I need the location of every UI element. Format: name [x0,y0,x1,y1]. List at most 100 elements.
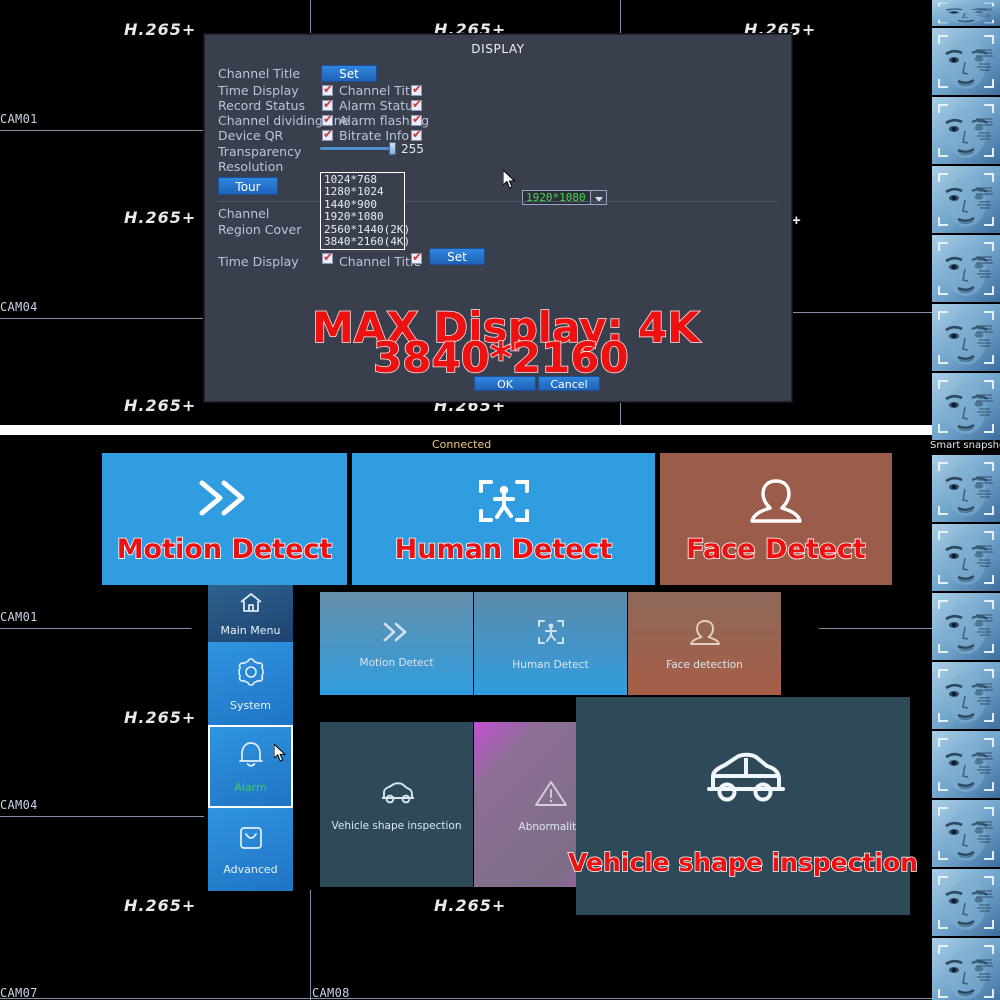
face-thumbnail[interactable] [932,524,1000,591]
menu-tile-label: Face detection [666,658,743,671]
banner-label: Motion Detect [116,533,333,566]
checkbox-alarm-flashing[interactable] [411,112,422,126]
label-record-status: Record Status [218,98,305,113]
gear-icon [234,655,268,694]
sidebar-label: Main Menu [220,624,281,637]
face-thumbnail[interactable] [932,0,1000,26]
sidebar-item-advanced[interactable]: Advanced [208,808,293,891]
menu-tile-label: Motion Detect [359,656,434,669]
cam-label-3: CAM01 [0,610,38,624]
label-time-display-2: Time Display [218,254,299,269]
bell-icon [234,739,268,776]
checkbox-alarm-status[interactable] [411,97,422,111]
face-thumbnail[interactable] [932,731,1000,798]
label-check-alarm-status: Alarm Status [339,98,420,113]
face-detect-icon [687,617,723,652]
sidebar-item-main-menu[interactable]: Main Menu [208,585,293,642]
screen-root: H.265+ H.265+ H.265+ H.265+ H.265+ H.265… [0,0,1000,1000]
transparency-value: 255 [401,142,424,156]
menu-tile-motion-detect[interactable]: Motion Detect [320,592,473,695]
face-thumbnail[interactable] [932,593,1000,660]
human-detect-icon [535,617,567,652]
label-channel: Channel [218,206,270,221]
sidebar-item-alarm[interactable]: Alarm [208,725,293,808]
banner-face-detect[interactable]: Face Detect [660,453,892,585]
checkbox-channel-title[interactable] [411,82,422,96]
codec-badge-5: H.265+ [124,396,197,415]
banner-human-detect[interactable]: Human Detect [352,453,655,585]
wall-divider-horizontal-top2 [792,312,932,313]
codec-badge-9: H.265+ [434,896,507,915]
transparency-slider-knob[interactable] [389,142,396,155]
codec-badge-4: H.265+ [124,208,197,227]
checkbox-bitrate-info[interactable] [411,127,422,141]
codec-badge-8: H.265+ [124,896,197,915]
checkbox-channel-title-2[interactable] [411,250,422,264]
banner-motion-detect[interactable]: Motion Detect [102,453,347,585]
checkbox-record-status[interactable] [322,97,333,111]
menu-tile-human-detect[interactable]: Human Detect [474,592,627,695]
face-thumbnail[interactable] [932,373,1000,440]
label-resolution: Resolution [218,159,284,174]
sidebar-item-system[interactable]: System [208,642,293,725]
cancel-button[interactable]: Cancel [538,376,600,391]
popcard-label: Vehicle shape inspection [567,847,918,878]
wall-divider-bottom-4 [0,998,932,999]
face-thumbnail[interactable] [932,304,1000,371]
tour-button[interactable]: Tour [218,177,278,195]
dropdown-option[interactable]: 1920*1080 [321,210,404,223]
double-chevron-right-icon [194,475,256,526]
cam-label-4: CAM04 [0,798,38,812]
face-thumbnail[interactable] [932,938,1000,1000]
wall-divider-vertical-top2 [620,0,621,35]
smart-snapshot-label: Smart snapshot [930,440,1000,451]
face-thumbnail[interactable] [932,869,1000,936]
sidebar-label: Alarm [234,781,267,794]
dialog-divider [217,201,777,202]
checkbox-time-display-2[interactable] [322,250,333,264]
ok-button[interactable]: OK [474,376,536,391]
label-check-bitrate-info: Bitrate Info [339,128,409,143]
face-thumbnail[interactable] [932,28,1000,95]
dropdown-option[interactable]: 3840*2160(4K) [321,235,410,248]
label-check-channel-title: Channel Title [339,83,422,98]
menu-tile-vehicle-shape-inspection[interactable]: Vehicle shape inspection [320,722,473,887]
cam-label-6: CAM08 [312,986,350,1000]
label-check-channel-title-2: Channel Title [339,254,422,269]
face-thumbnail[interactable] [932,97,1000,164]
channel-title-set-button[interactable]: Set [321,65,377,82]
cam-label-5: CAM07 [0,986,38,1000]
menu-tile-face-detection[interactable]: Face detection [628,592,781,695]
wall-divider-bottom-3 [0,816,204,817]
menu-tile-label: Vehicle shape inspection [331,819,462,832]
checkbox-device-qr[interactable] [322,127,333,141]
dropdown-option[interactable]: 1280*1024 [321,185,404,198]
checkbox-time-display[interactable] [322,82,333,96]
checkbox-channel-dividing-line[interactable] [322,112,333,126]
panel-separator-band [0,425,932,435]
warning-triangle-icon [533,777,569,814]
face-thumbnail[interactable] [932,662,1000,729]
chevron-down-icon[interactable] [590,190,607,205]
car-icon [695,745,791,816]
home-icon [237,590,265,619]
face-thumbnail[interactable] [932,455,1000,522]
smart-snapshot-rail-bottom[interactable] [932,455,1000,1000]
transparency-slider-track[interactable] [320,147,393,150]
smart-snapshot-rail-top[interactable] [932,0,1000,440]
cam-label-1: CAM01 [0,112,38,126]
time-display-set-button[interactable]: Set [429,248,485,265]
wall-divider-bottom-v1 [310,890,311,1000]
face-thumbnail[interactable] [932,800,1000,867]
double-chevron-right-icon [379,619,415,650]
sidebar-label: System [229,699,272,712]
face-thumbnail[interactable] [932,166,1000,233]
face-thumbnail[interactable] [932,235,1000,302]
codec-badge-1: H.265+ [124,20,197,39]
label-channel-title: Channel Title [218,66,301,81]
label-transparency: Transparency [218,144,302,159]
connected-status: Connected [432,438,492,451]
popcard-vehicle-shape-inspection[interactable]: Vehicle shape inspection [567,697,919,915]
resolution-dropdown-list[interactable]: 1024*768 1280*1024 1440*900 1920*1080 25… [320,172,410,251]
sidebar-label: Advanced [223,863,278,876]
